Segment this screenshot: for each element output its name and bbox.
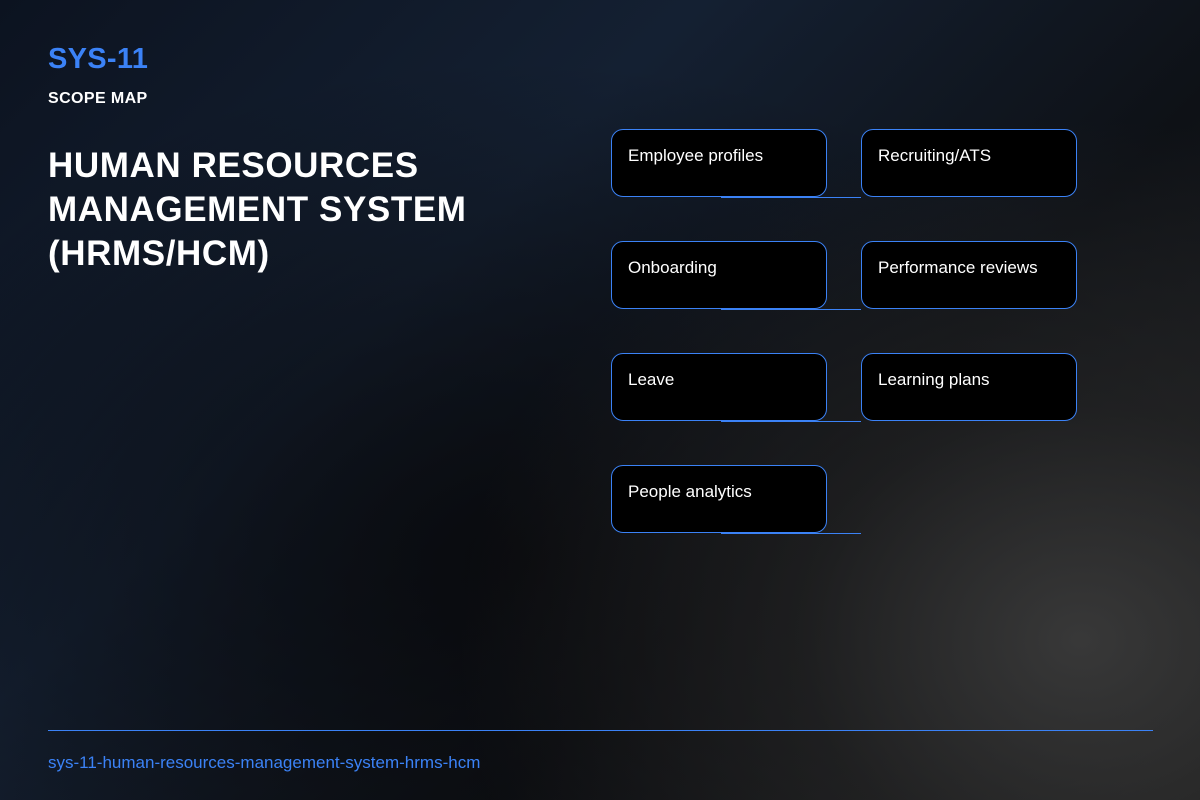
scope-node-recruiting-ats[interactable]: Recruiting/ATS [861, 129, 1077, 197]
connector-line [721, 197, 861, 198]
scope-node-employee-profiles[interactable]: Employee profiles [611, 129, 827, 197]
scope-node-people-analytics[interactable]: People analytics [611, 465, 827, 533]
scope-node-performance-reviews[interactable]: Performance reviews [861, 241, 1077, 309]
footer-slug: sys-11-human-resources-management-system… [48, 753, 481, 772]
scope-node-leave[interactable]: Leave [611, 353, 827, 421]
connector-line [721, 533, 861, 534]
footer-divider [48, 730, 1153, 731]
system-id: SYS-11 [48, 43, 149, 75]
page-subtitle: SCOPE MAP [48, 90, 148, 107]
connector-line [721, 421, 861, 422]
page-title: HUMAN RESOURCES MANAGEMENT SYSTEM (HRMS/… [48, 146, 467, 273]
scope-node-onboarding[interactable]: Onboarding [611, 241, 827, 309]
scope-node-learning-plans[interactable]: Learning plans [861, 353, 1077, 421]
connector-line [721, 309, 861, 310]
scope-map-slide: SYS-11 SCOPE MAP HUMAN RESOURCES MANAGEM… [0, 0, 1200, 800]
